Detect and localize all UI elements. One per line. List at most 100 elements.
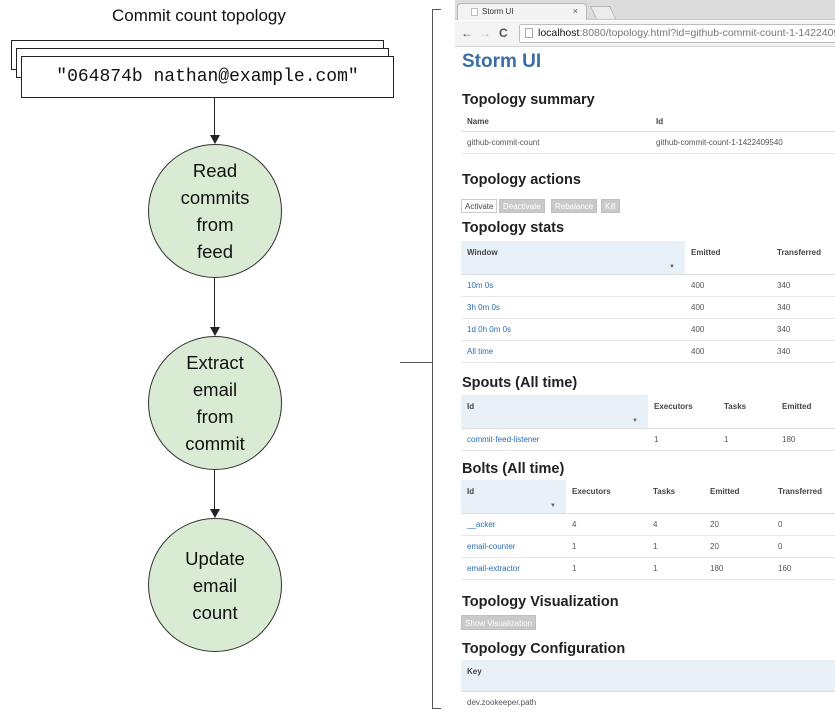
table-cell: 160: [772, 557, 835, 580]
show-visualization-button[interactable]: Show Visualization: [461, 615, 537, 630]
table-cell: 400: [685, 296, 771, 319]
reload-icon[interactable]: C: [499, 26, 508, 40]
column-header[interactable]: Transferred: [772, 480, 835, 514]
rebalance-button[interactable]: Rebalance: [551, 199, 598, 213]
table-cell: 180: [776, 428, 835, 451]
node-label-line: feed: [196, 241, 233, 262]
table-row: github-commit-count github-commit-count-…: [461, 131, 835, 154]
close-icon[interactable]: ×: [573, 4, 578, 19]
table-cell: 180: [704, 557, 772, 580]
arrow-line: [214, 470, 216, 510]
section-heading: Topology stats: [462, 220, 565, 236]
node-label-line: from: [196, 214, 234, 235]
table-cell: dev.zookeeper.path: [461, 691, 835, 713]
table-cell: 340: [771, 296, 835, 319]
column-header[interactable]: Transferred: [771, 241, 835, 275]
table-cell: 1: [566, 557, 647, 580]
table-cell: 0: [772, 535, 835, 558]
table-row: All time 400 340: [461, 340, 835, 363]
back-arrow-icon[interactable]: ←: [461, 26, 473, 40]
bolt-link[interactable]: email-extractor: [467, 564, 520, 573]
table-cell: 1: [647, 535, 704, 558]
column-header[interactable]: Emitted: [704, 480, 772, 514]
topology-stats-table: Window ▼ Emitted Transferred 10m 0s 400 …: [461, 241, 835, 363]
section-heading: Topology Visualization: [462, 594, 619, 610]
section-heading: Topology actions: [462, 172, 581, 188]
table-row: 1d 0h 0m 0s 400 340: [461, 318, 835, 341]
url-input[interactable]: localhost:8080/topology.html?id=github-c…: [519, 24, 835, 43]
tab-title: Storm UI: [482, 7, 514, 16]
table-cell: 1: [566, 535, 647, 558]
column-header[interactable]: Emitted: [685, 241, 771, 275]
arrow-head-icon: [209, 509, 220, 518]
window-link[interactable]: All time: [467, 347, 493, 356]
table-row: dev.zookeeper.path: [461, 691, 835, 713]
column-header[interactable]: Emitted: [776, 395, 835, 429]
bracket-line: [432, 9, 433, 709]
page-content: Storm UI Topology summary Name Id github…: [455, 48, 835, 713]
column-header[interactable]: Tasks: [647, 480, 704, 514]
url-host: localhost: [538, 27, 580, 39]
node-update-count: Update email count: [148, 518, 282, 652]
window-link[interactable]: 3h 0m 0s: [467, 303, 500, 312]
column-header[interactable]: Id: [650, 113, 835, 132]
page-icon: [525, 28, 533, 38]
column-header[interactable]: Name: [461, 113, 650, 132]
node-label-line: Extract: [186, 352, 244, 373]
bracket-top: [432, 9, 441, 10]
node-extract-email: Extract email from commit: [148, 336, 282, 470]
node-label-line: Update: [185, 547, 245, 569]
section-heading: Topology Configuration: [462, 641, 626, 657]
spouts-table: Id ▼ Executors Tasks Emitted commit-feed…: [461, 395, 835, 451]
spout-link[interactable]: commit-feed-listener: [467, 435, 539, 444]
column-header[interactable]: Tasks: [718, 395, 776, 429]
column-header-id[interactable]: Id ▼: [461, 480, 566, 514]
bracket-bottom: [432, 708, 441, 709]
column-header[interactable]: Key: [461, 660, 835, 692]
browser-tab[interactable]: Storm UI ×: [457, 3, 587, 20]
table-cell: 400: [685, 340, 771, 363]
section-heading: Topology summary: [462, 92, 595, 108]
node-label-line: count: [192, 601, 238, 623]
column-header-label: Window: [467, 248, 498, 257]
deactivate-button[interactable]: Deactivate: [499, 199, 545, 213]
node-read-commits: Read commits from feed: [148, 144, 282, 278]
table-cell: 20: [704, 513, 772, 536]
table-row: email-counter 1 1 20 0: [461, 535, 835, 558]
new-tab-button[interactable]: [589, 6, 617, 19]
table-cell: 1: [647, 557, 704, 580]
arrow-line: [214, 278, 216, 328]
table-cell: github-commit-count: [461, 131, 650, 154]
table-row: 10m 0s 400 340: [461, 274, 835, 297]
node-label-line: commits: [180, 187, 250, 208]
column-header[interactable]: Executors: [566, 480, 647, 514]
bolt-link[interactable]: email-counter: [467, 542, 515, 551]
bolt-link[interactable]: __acker: [467, 520, 495, 529]
sort-caret-icon[interactable]: ▼: [632, 418, 638, 424]
forward-arrow-icon[interactable]: →: [479, 26, 491, 40]
table-row: email-extractor 1 1 180 160: [461, 557, 835, 580]
kill-button[interactable]: Kill: [601, 199, 620, 213]
column-header-label: Id: [467, 487, 475, 496]
sort-caret-icon[interactable]: ▼: [669, 264, 675, 270]
arrow-line: [214, 98, 216, 136]
url-path: :8080/topology.html?id=github-commit-cou…: [579, 27, 835, 39]
table-cell: 400: [685, 318, 771, 341]
window-link[interactable]: 1d 0h 0m 0s: [467, 325, 511, 334]
page-favicon-icon: [471, 8, 478, 16]
table-cell: 340: [771, 340, 835, 363]
table-cell: github-commit-count-1-1422409540: [650, 131, 835, 154]
arrow-head-icon: [209, 135, 220, 144]
table-row: commit-feed-listener 1 1 180: [461, 428, 835, 451]
table-cell: 340: [771, 274, 835, 297]
node-label-line: from: [196, 406, 234, 427]
table-cell: 1: [718, 428, 776, 451]
summary-table: Name Id github-commit-count github-commi…: [461, 113, 835, 154]
storm-ui-logo[interactable]: Storm UI: [462, 51, 541, 73]
column-header[interactable]: Executors: [648, 395, 718, 429]
column-header-window[interactable]: Window ▼: [461, 241, 685, 275]
column-header-id[interactable]: Id ▼: [461, 395, 648, 429]
sort-caret-icon[interactable]: ▼: [550, 503, 556, 509]
window-link[interactable]: 10m 0s: [467, 281, 493, 290]
activate-button[interactable]: Activate: [461, 199, 498, 213]
